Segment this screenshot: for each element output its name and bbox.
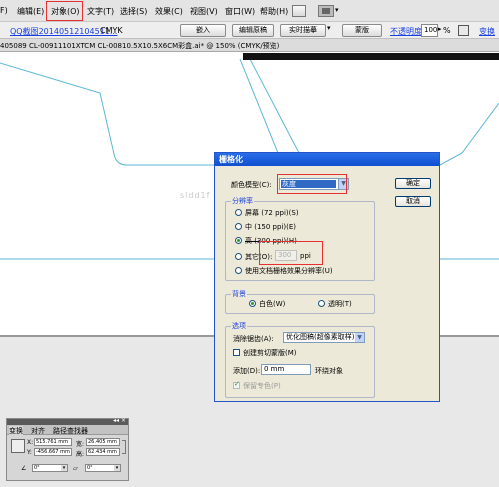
color-mode-label: CMYK <box>100 26 123 35</box>
rotate-icon: ∠ <box>21 465 27 472</box>
add-label: 添加(D): <box>233 367 261 375</box>
res-document-label: 使用文档栅格效果分辨率(U) <box>245 267 333 275</box>
background-group <box>225 294 375 314</box>
res-screen-label: 屏幕 (72 ppi)(S) <box>245 209 299 217</box>
radio-other[interactable] <box>235 253 242 260</box>
cancel-button[interactable]: 取消 <box>395 196 431 207</box>
radio-document[interactable] <box>235 267 242 274</box>
radio-medium[interactable] <box>235 223 242 230</box>
antialias-select[interactable]: 优化图稿(超像素取样) ▼ <box>283 332 365 343</box>
panel-tabs: 变换 对齐 路径查找器 <box>7 425 128 436</box>
radio-screen[interactable] <box>235 209 242 216</box>
radio-high[interactable] <box>235 237 242 244</box>
dialog-title: 栅格化 <box>215 153 439 166</box>
arrange-documents-icon[interactable] <box>318 5 334 17</box>
artwork-path-right3 <box>439 102 499 166</box>
reference-point-icon[interactable] <box>458 25 469 36</box>
width-label: 宽: <box>76 441 85 448</box>
height-label: 高: <box>76 451 85 458</box>
antialias-label: 消除锯齿(A): <box>233 335 274 343</box>
antialias-value: 优化图稿(超像素取样) <box>286 333 355 341</box>
menu-select[interactable]: 选择(S) <box>120 6 147 17</box>
clip-mask-label: 创建剪切蒙版(M) <box>243 349 297 357</box>
x-input[interactable]: 515.761 mm <box>34 438 72 446</box>
bg-white-label: 白色(W) <box>259 300 286 308</box>
rotate-value: 0° <box>34 465 40 471</box>
background-group-title: 背景 <box>231 289 247 299</box>
control-bar: QQ截图20140512104511... CMYK 嵌入 编辑原稿 实时描摹 … <box>0 22 499 39</box>
chevron-down-icon[interactable]: ▾ <box>114 465 120 471</box>
color-model-label: 颜色模型(C): <box>231 181 272 189</box>
rotate-select[interactable]: 0° ▾ <box>32 464 68 472</box>
live-trace-button[interactable]: 实时描摹 <box>280 24 326 37</box>
x-label: X: <box>27 439 34 446</box>
tab-transform[interactable]: 变换 <box>9 426 23 436</box>
resolution-group-title: 分辨率 <box>231 196 254 206</box>
document-title: 405089 CL-00911101XTCM CL-00810.5X10.5X6… <box>0 42 280 50</box>
object-menu-highlight <box>46 1 83 21</box>
opacity-input[interactable]: 100 <box>421 24 438 37</box>
rasterize-dialog: 栅格化 颜色模型(C): 灰度 ▼ 确定 取消 分辨率 屏幕 (72 ppi)(… <box>214 152 440 402</box>
opacity-unit: % <box>443 26 451 35</box>
mask-button[interactable]: 蒙版 <box>342 24 382 37</box>
bg-transparent-label: 透明(T) <box>328 300 352 308</box>
options-group-title: 选项 <box>231 321 247 331</box>
shear-icon: ▱ <box>73 465 78 472</box>
preserve-spot-label: 保留专色(P) <box>243 382 281 390</box>
artwork-path-left <box>0 62 214 166</box>
chevron-down-icon[interactable]: ▾ <box>61 465 67 471</box>
tab-align[interactable]: 对齐 <box>31 426 45 436</box>
preserve-spot-checkbox[interactable] <box>233 380 240 389</box>
y-label: Y: <box>27 449 32 456</box>
tab-pathfinder[interactable]: 路径查找器 <box>53 426 88 436</box>
opacity-label[interactable]: 不透明度: <box>390 26 425 37</box>
y-input[interactable]: -456.667 mm <box>34 448 72 456</box>
shear-value: 0° <box>87 465 93 471</box>
reference-point-icon[interactable] <box>11 439 25 453</box>
edit-original-button[interactable]: 编辑原稿 <box>232 24 274 37</box>
transform-panel: ◂◂ × 变换 对齐 路径查找器 X: 515.761 mm Y: -456.6… <box>6 417 129 481</box>
menu-edit[interactable]: 编辑(E) <box>17 6 44 17</box>
shear-select[interactable]: 0° ▾ <box>85 464 121 472</box>
transform-link[interactable]: 变换 <box>479 26 495 37</box>
resolution-highlight <box>259 241 323 265</box>
constrain-link-icon[interactable] <box>122 440 126 454</box>
width-input[interactable]: 26.405 mm <box>86 438 120 446</box>
color-model-highlight <box>277 174 347 194</box>
menu-file[interactable]: F) <box>0 6 8 15</box>
artwork-black-bar <box>243 53 499 60</box>
radio-white[interactable] <box>249 300 256 307</box>
chevron-down-icon[interactable]: ▾ <box>335 6 339 14</box>
document-tab[interactable]: 405089 CL-00911101XTCM CL-00810.5X10.5X6… <box>0 39 499 52</box>
menu-bar: F) 编辑(E) 对象(O) 文字(T) 选择(S) 效果(C) 视图(V) 窗… <box>0 0 499 22</box>
menu-window[interactable]: 窗口(W) <box>225 6 255 17</box>
panel-close-icon[interactable]: ◂◂ × <box>113 417 126 424</box>
add-input[interactable]: 0 mm <box>261 364 311 375</box>
ok-button[interactable]: 确定 <box>395 178 431 189</box>
chevron-down-icon[interactable]: ▼ <box>355 333 364 342</box>
menu-type[interactable]: 文字(T) <box>87 6 114 17</box>
add-suffix: 环绕对象 <box>315 367 343 375</box>
height-input[interactable]: 62.434 mm <box>86 448 120 456</box>
bridge-icon[interactable] <box>292 5 306 17</box>
artwork-path-right <box>239 58 321 166</box>
res-medium-label: 中 (150 ppi)(E) <box>245 223 296 231</box>
live-trace-dropdown-icon[interactable]: ▾ <box>327 24 331 32</box>
radio-transparent[interactable] <box>318 300 325 307</box>
menu-view[interactable]: 视图(V) <box>190 6 218 17</box>
clip-mask-checkbox[interactable] <box>233 349 240 356</box>
opacity-arrow-icon[interactable]: ▸ <box>438 25 442 33</box>
embed-button[interactable]: 嵌入 <box>180 24 226 37</box>
artwork-path-right2 <box>249 58 440 166</box>
menu-help[interactable]: 帮助(H) <box>260 6 288 17</box>
menu-effect[interactable]: 效果(C) <box>155 6 183 17</box>
watermark-text: sldd1f <box>180 191 211 200</box>
